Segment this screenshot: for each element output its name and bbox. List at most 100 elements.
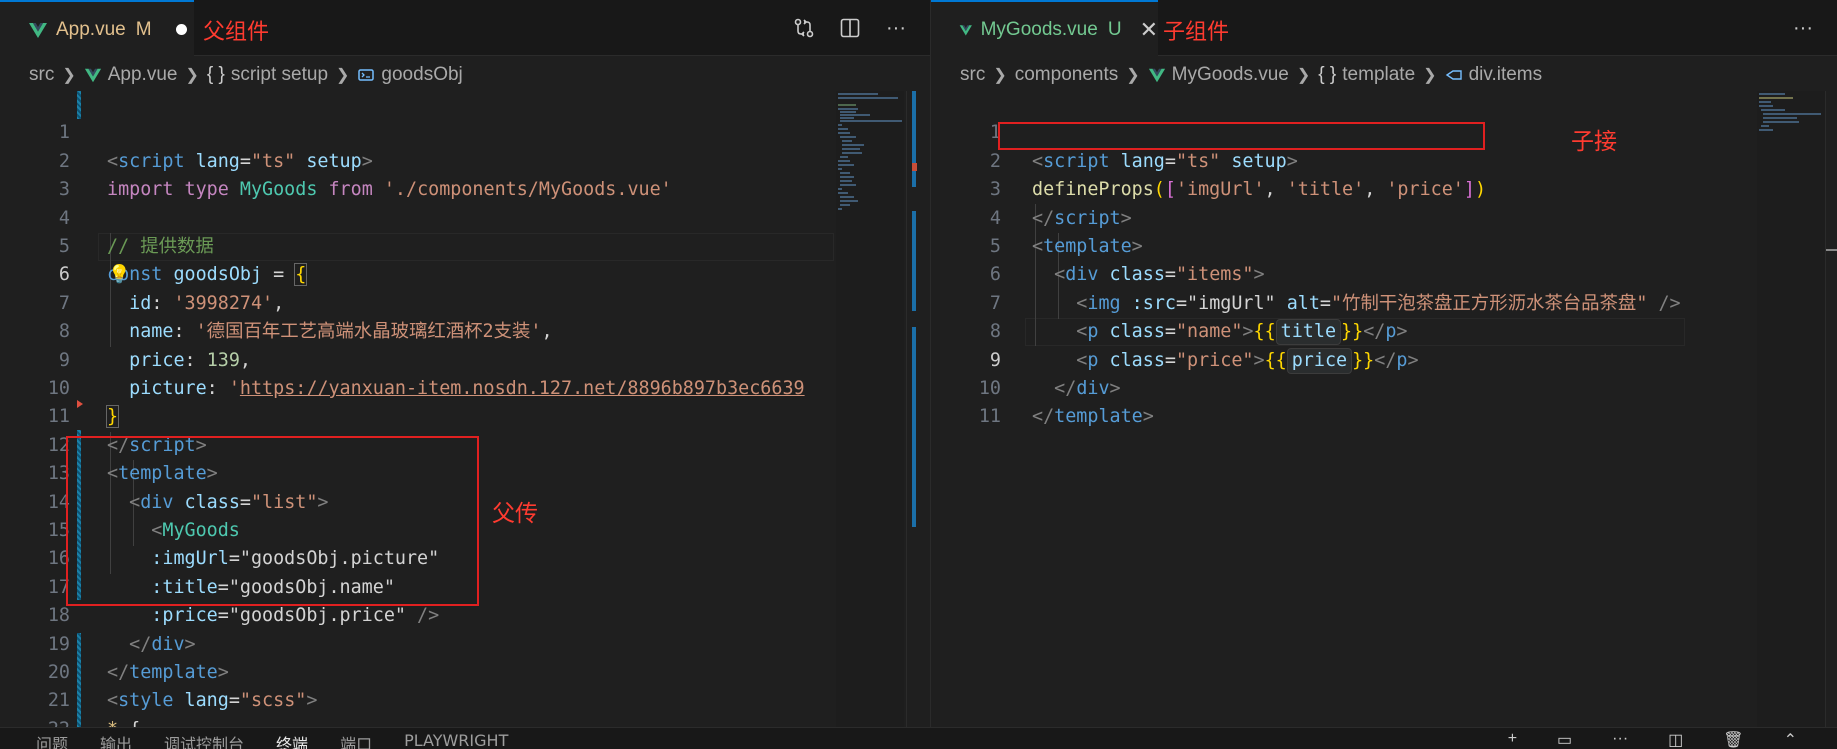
scroll-error-marker: [912, 163, 917, 171]
vue-icon: [29, 22, 47, 38]
vue-icon: [1148, 68, 1165, 83]
minimap[interactable]: [836, 91, 904, 727]
breadcrumb-div-items[interactable]: div.items: [1445, 64, 1543, 86]
scroll-position-marker: [1826, 249, 1837, 251]
left-editor-group: App.vue M 父组件 ··· src ❯ App.vue ❯ { } sc…: [0, 0, 930, 727]
code-line: 13 <div class="list">: [47, 463, 329, 513]
code-line: 3: [58, 179, 70, 201]
vertical-scrollbar[interactable]: [1825, 91, 1837, 727]
tab-debug-console[interactable]: 调试控制台: [164, 731, 244, 749]
code-line: 4 <template>: [989, 207, 1143, 257]
trash-icon[interactable]: 🗑: [1723, 730, 1743, 749]
code-line: 3 </script>: [989, 179, 1132, 229]
symbol-field-icon: [1445, 70, 1462, 80]
tab-terminal[interactable]: 终端: [276, 731, 308, 749]
tab-ports[interactable]: 端口: [340, 731, 372, 749]
code-line: 20 <style lang="scss">: [47, 662, 318, 712]
tab-playwright[interactable]: PLAYWRIGHT: [404, 731, 508, 749]
breadcrumb: src ❯ App.vue ❯ { } script setup ❯ goods…: [0, 57, 930, 93]
close-icon[interactable]: ✕: [1140, 18, 1158, 41]
maximize-panel-icon[interactable]: ⌃: [1784, 730, 1797, 749]
unsaved-dot-icon[interactable]: [175, 24, 187, 35]
tab-mygoods-vue[interactable]: MyGoods.vue U ✕: [931, 0, 1158, 57]
code-line: 10 </template>: [978, 378, 1154, 428]
code-line: 9 picture: 'https://yanxuan-item.nosdn.1…: [58, 349, 805, 399]
minimap[interactable]: [1757, 91, 1825, 727]
breadcrumb-src[interactable]: src: [960, 64, 985, 86]
git-compare-icon[interactable]: [792, 16, 816, 40]
tab-problems[interactable]: 问题: [36, 731, 68, 749]
breadcrumb-template[interactable]: { } template: [1318, 64, 1415, 86]
code-line: 1 <script lang="ts" setup>: [989, 122, 1298, 172]
annotation-box-child-receive: [998, 122, 1485, 150]
tab-filename: App.vue: [56, 18, 126, 40]
fold-arrow-icon[interactable]: [77, 400, 83, 408]
tab-git-status: M: [135, 18, 152, 40]
code-line: 6 <img :src="imgUrl" alt="竹制干泡茶盘正方形沥水茶台品…: [989, 264, 1681, 314]
code-line: 17 :price="goodsObj.price" />: [47, 576, 440, 627]
chevron-right-icon: ❯: [185, 67, 199, 84]
scroll-change-marker: [912, 327, 916, 527]
code-line: 11: [978, 406, 1001, 428]
tab-output[interactable]: 输出: [100, 731, 132, 749]
annotation-parent-pass-label: 父传: [492, 501, 538, 527]
code-line: 5 <div class="items">: [989, 236, 1265, 286]
breadcrumb-src[interactable]: src: [29, 64, 54, 86]
code-line: 4 // 提供数据: [0, 176, 214, 257]
braces-icon: { }: [1318, 64, 1337, 85]
code-line: 21 * {: [47, 690, 140, 727]
right-editor-group: MyGoods.vue U ✕ 子组件 ··· src ❯ components…: [931, 0, 1837, 727]
breadcrumb-script-label: script setup: [230, 64, 329, 85]
annotation-parent-label: 父组件: [203, 20, 270, 45]
code-line: 8 price: 139,: [58, 321, 251, 371]
new-terminal-icon[interactable]: +: [1508, 730, 1517, 749]
vue-icon: [959, 24, 972, 35]
lightbulb-icon[interactable]: 💡: [108, 264, 130, 285]
more-actions-icon[interactable]: ···: [884, 16, 908, 40]
breadcrumb-file-label: App.vue: [107, 64, 178, 85]
code-line: 9 </div>: [989, 349, 1121, 399]
bottom-panel-tabs: 问题 输出 调试控制台 终端 端口 PLAYWRIGHT + ▭ ··· ◫ 🗑…: [0, 727, 1837, 749]
code-line: 11 </script>: [47, 406, 207, 456]
breadcrumb-file-label: MyGoods.vue: [1171, 64, 1289, 85]
vertical-scrollbar[interactable]: [906, 91, 922, 727]
split-editor-icon[interactable]: [838, 16, 862, 40]
breadcrumb-file[interactable]: App.vue: [84, 64, 178, 86]
breadcrumb-goodsobj[interactable]: goodsObj: [357, 64, 463, 86]
terminal-profile-icon[interactable]: ▭: [1557, 730, 1572, 749]
code-line: 18 </div>: [47, 605, 196, 655]
code-line: 2 import type MyGoods from './components…: [58, 150, 672, 201]
annotation-box-parent-pass: [66, 436, 479, 606]
breadcrumb-template-label: template: [1342, 64, 1416, 85]
code-line: 15 :imgUrl="goodsObj.picture": [47, 520, 440, 570]
code-line: 2 defineProps(['imgUrl', 'title', 'price…: [989, 150, 1487, 201]
code-line: 12 <template>: [47, 434, 218, 485]
breadcrumb-components[interactable]: components: [1015, 64, 1119, 86]
scroll-change-marker: [912, 211, 916, 311]
breadcrumb-symbol-label: div.items: [1468, 64, 1543, 85]
url-link[interactable]: https://yanxuan-item.nosdn.127.net/8896b…: [240, 378, 805, 399]
breadcrumb-file[interactable]: MyGoods.vue: [1148, 64, 1289, 86]
code-line: 7 name: '德国百年工艺高端水晶玻璃红酒杯2支装',: [58, 292, 553, 343]
code-line: 1 <script lang="ts" setup>: [0, 91, 373, 171]
chevron-right-icon: ❯: [1296, 67, 1311, 84]
more-actions-icon[interactable]: ···: [1791, 16, 1815, 40]
code-line: 7 <p class="name">{{title}}</p>: [931, 261, 1408, 346]
vue-icon: [84, 68, 101, 83]
code-line: 10 }: [47, 378, 120, 429]
split-terminal-icon[interactable]: ◫: [1668, 730, 1683, 749]
annotation-child-receive-label: 子接: [1571, 129, 1617, 155]
more-actions-icon[interactable]: ···: [1612, 730, 1628, 749]
code-line: 5 const goodsObj = {: [58, 236, 308, 287]
chevron-right-icon: ❯: [62, 67, 76, 84]
annotation-child-label: 子组件: [1163, 20, 1230, 45]
code-line: 8 <p class="price">{{price}}</p>: [931, 290, 1419, 374]
chevron-right-icon: ❯: [993, 67, 1007, 84]
scroll-change-marker: [912, 91, 916, 187]
breadcrumb-script-setup[interactable]: { } script setup: [207, 64, 328, 86]
right-tabbar: MyGoods.vue U ✕ 子组件 ···: [931, 0, 1837, 57]
inlay-hint-price: price: [1286, 347, 1353, 374]
chevron-right-icon: ❯: [336, 67, 350, 84]
code-line: 6 id: '3998274',: [58, 264, 285, 314]
tab-app-vue[interactable]: App.vue M: [0, 0, 194, 57]
